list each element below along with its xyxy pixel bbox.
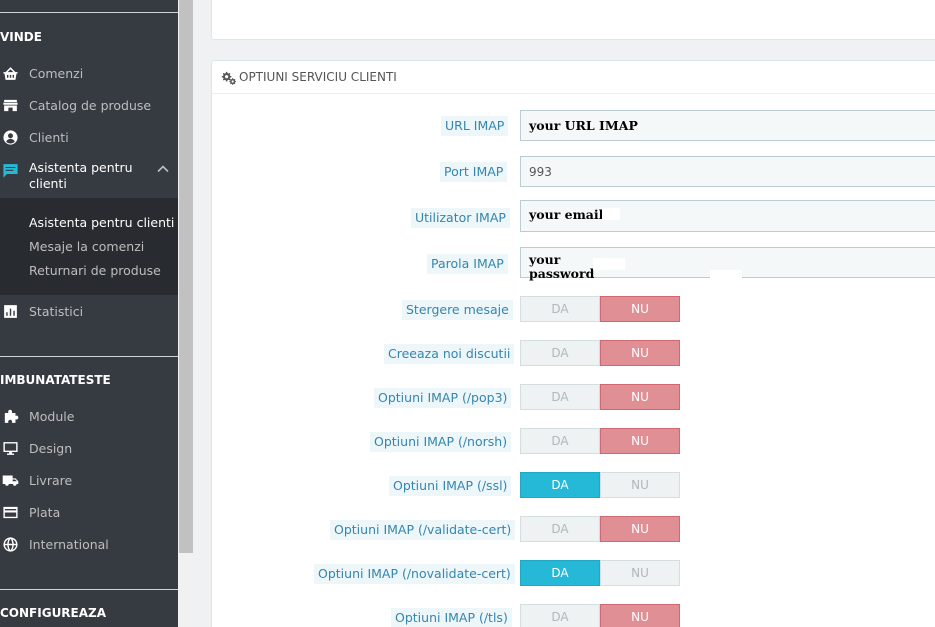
previous-panel [211, 0, 935, 40]
switch-option-no[interactable]: NU [600, 340, 680, 366]
redaction-mark [593, 258, 625, 270]
switch-option-no[interactable]: NU [600, 472, 680, 498]
chat-icon [1, 161, 19, 179]
switch-label-imap-ssl: Optiuni IMAP (/ssl) [389, 476, 512, 496]
user-imap-label: Utilizator IMAP [411, 208, 510, 228]
store-icon [1, 96, 19, 114]
url-imap-input[interactable]: your URL IMAP [520, 110, 935, 141]
sidebar-divider [0, 356, 178, 357]
port-imap-label: Port IMAP [440, 162, 508, 182]
user-imap-value: your email [529, 207, 604, 222]
sidebar-item-label: Clienti [29, 129, 69, 145]
app-root: VINDE Comenzi Catalog de produse Clienti [0, 0, 935, 627]
sidebar-item-label: Catalog de produse [29, 97, 152, 113]
sidebar-item-label: Comenzi [29, 65, 84, 81]
switch-label-imap-validate-cert: Optiuni IMAP (/validate-cert) [330, 520, 516, 540]
switch-imap-novalidate-cert[interactable]: DA NU [520, 560, 680, 586]
sidebar-item-label: Statistici [29, 303, 84, 319]
switch-option-yes[interactable]: DA [520, 384, 600, 410]
switch-label-delete-messages: Stergere mesaje [402, 300, 513, 320]
monitor-icon [1, 439, 19, 457]
puzzle-icon [1, 407, 19, 425]
sidebar-item-catalog[interactable]: Catalog de produse [0, 89, 178, 121]
switch-label-create-threads: Creeaza noi discutii [384, 344, 515, 364]
sidebar-item-label: Asistenta pentru clienti [29, 160, 133, 191]
switch-option-yes[interactable]: DA [520, 296, 600, 322]
switch-option-no[interactable]: NU [600, 384, 680, 410]
bar-chart-icon [1, 302, 19, 320]
switch-option-yes[interactable]: DA [520, 516, 600, 542]
chevron-up-icon[interactable] [157, 163, 169, 175]
switch-option-yes[interactable]: DA [520, 560, 600, 586]
switch-option-no[interactable]: NU [600, 516, 680, 542]
user-circle-icon [1, 128, 19, 146]
section-configure-heading: CONFIGUREAZA [0, 606, 107, 620]
switch-imap-ssl[interactable]: DA NU [520, 472, 680, 498]
switch-option-no[interactable]: NU [600, 296, 680, 322]
switch-label-imap-novalidate-cert: Optiuni IMAP (/novalidate-cert) [314, 564, 515, 584]
sidebar-item-design[interactable]: Design [0, 432, 178, 464]
sidebar-item-label: Design [29, 440, 73, 456]
sidebar-item-customer-service[interactable]: Asistenta pentru clienti [0, 153, 178, 198]
switch-option-yes[interactable]: DA [520, 428, 600, 454]
section-sell-heading: VINDE [0, 30, 42, 44]
switch-label-imap-pop3: Optiuni IMAP (/pop3) [374, 388, 512, 408]
switch-imap-validate-cert[interactable]: DA NU [520, 516, 680, 542]
switch-option-yes[interactable]: DA [520, 604, 600, 627]
user-imap-input[interactable]: your email [520, 200, 935, 232]
sidebar-item-international[interactable]: International [0, 528, 178, 560]
panel-heading: OPTIUNI SERVICIU CLIENTI [212, 61, 935, 94]
sidebar-item-shipping[interactable]: Livrare [0, 464, 178, 496]
pass-imap-value-line1: your [529, 252, 561, 267]
credit-card-icon [1, 503, 19, 521]
pass-imap-label: Parola IMAP [427, 254, 508, 274]
sidebar-item-label: International [29, 536, 109, 552]
switch-option-no[interactable]: NU [600, 428, 680, 454]
switch-option-yes[interactable]: DA [520, 340, 600, 366]
sidebar-item-label: Plata [29, 504, 61, 520]
switch-create-threads[interactable]: DA NU [520, 340, 680, 366]
url-imap-label: URL IMAP [441, 116, 509, 136]
switch-label-imap-norsh: Optiuni IMAP (/norsh) [370, 432, 512, 452]
section-improve-heading: IMBUNATATESTE [0, 373, 111, 387]
switch-label-imap-tls: Optiuni IMAP (/tls) [391, 608, 512, 627]
switch-option-no[interactable]: NU [600, 604, 680, 627]
sidebar-item-orders[interactable]: Comenzi [0, 57, 178, 89]
sidebar: VINDE Comenzi Catalog de produse Clienti [0, 0, 178, 627]
sidebar-divider [0, 589, 178, 590]
sidebar-item-payment[interactable]: Plata [0, 496, 178, 528]
sidebar-subitem-order-messages[interactable]: Mesaje la comenzi [29, 239, 144, 254]
sidebar-item-modules[interactable]: Module [0, 400, 178, 432]
redaction-mark [602, 208, 620, 220]
switch-imap-pop3[interactable]: DA NU [520, 384, 680, 410]
sidebar-subitem-customer-service[interactable]: Asistenta pentru clienti [29, 215, 174, 230]
truck-icon [1, 471, 19, 489]
basket-icon [1, 64, 19, 82]
cogs-icon [221, 71, 236, 85]
sidebar-divider [0, 12, 178, 13]
switch-option-yes[interactable]: DA [520, 472, 600, 498]
panel-title: OPTIUNI SERVICIU CLIENTI [239, 70, 397, 84]
sidebar-item-customers[interactable]: Clienti [0, 121, 178, 153]
sidebar-item-label: Module [29, 408, 75, 424]
sidebar-scrollbar-thumb[interactable] [179, 0, 193, 553]
port-imap-value: 993 [529, 164, 552, 179]
globe-icon [1, 535, 19, 553]
switch-option-no[interactable]: NU [600, 560, 680, 586]
redaction-mark [710, 270, 742, 278]
switch-imap-norsh[interactable]: DA NU [520, 428, 680, 454]
sidebar-item-stats[interactable]: Statistici [0, 295, 178, 327]
switch-imap-tls[interactable]: DA NU [520, 604, 680, 627]
url-imap-value: your URL IMAP [529, 118, 638, 133]
port-imap-input[interactable]: 993 [520, 156, 935, 187]
sidebar-item-label: Livrare [29, 472, 73, 488]
switch-delete-messages[interactable]: DA NU [520, 296, 680, 322]
sidebar-subitem-merchandise-returns[interactable]: Returnari de produse [29, 263, 161, 278]
